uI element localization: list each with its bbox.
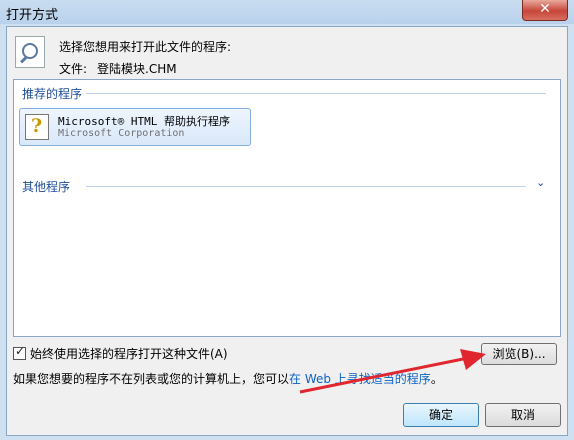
recommended-group-header: 推荐的程序	[22, 87, 83, 101]
dialog-body: 选择您想用来打开此文件的程序: 文件: 登陆模块.CHM 推荐的程序 ? Micr…	[6, 26, 568, 436]
chevron-down-icon[interactable]: ⌄	[536, 176, 545, 189]
always-use-option[interactable]: 始终使用选择的程序打开这种文件(A)	[13, 344, 228, 362]
other-group-header[interactable]: 其他程序	[22, 178, 70, 195]
cancel-button[interactable]: 取消	[485, 403, 561, 427]
always-use-label: 始终使用选择的程序打开这种文件(A)	[30, 347, 228, 361]
program-item-html-help[interactable]: ? Microsoft® HTML 帮助执行程序 Microsoft Corpo…	[19, 108, 251, 146]
program-name: Microsoft® HTML 帮助执行程序	[58, 115, 230, 128]
always-use-checkbox[interactable]	[13, 344, 26, 360]
search-icon	[15, 36, 45, 68]
file-info: 文件: 登陆模块.CHM	[59, 60, 177, 77]
info-text: 如果您想要的程序不在列表或您的计算机上，您可以在 Web 上寻找适当的程序。	[13, 372, 443, 386]
group-divider	[86, 186, 526, 187]
program-company: Microsoft Corporation	[58, 128, 185, 139]
close-icon: ✕	[539, 1, 551, 17]
open-with-dialog: 打开方式 ✕ 选择您想用来打开此文件的程序: 文件: 登陆模块.CHM 推荐的程序…	[0, 0, 574, 440]
browse-button[interactable]: 浏览(B)...	[481, 343, 557, 365]
file-label: 文件:	[59, 62, 88, 76]
file-name: 登陆模块.CHM	[97, 62, 177, 76]
help-file-icon: ?	[25, 114, 49, 140]
prompt-text: 选择您想用来打开此文件的程序:	[59, 40, 232, 54]
ok-button[interactable]: 确定	[403, 403, 479, 427]
close-button[interactable]: ✕	[522, 0, 568, 21]
title-bar[interactable]: 打开方式 ✕	[0, 0, 574, 24]
web-search-link[interactable]: 在 Web 上寻找适当的程序	[289, 372, 431, 386]
group-divider	[86, 93, 546, 94]
window-title: 打开方式	[6, 8, 59, 23]
program-list[interactable]: 推荐的程序 ? Microsoft® HTML 帮助执行程序 Microsoft…	[13, 79, 561, 337]
